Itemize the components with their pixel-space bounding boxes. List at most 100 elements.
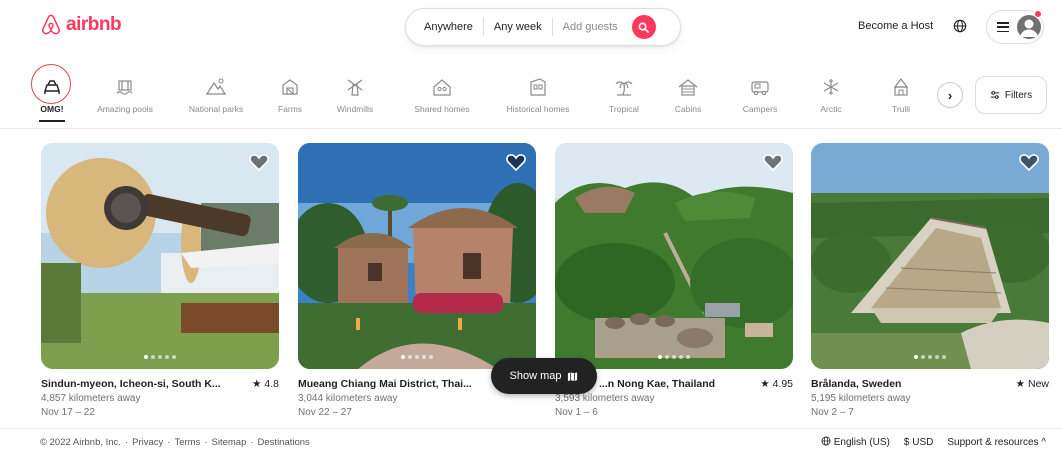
support-resources-button[interactable]: Support & resources ^ (947, 437, 1046, 448)
listing-photo[interactable] (555, 143, 793, 369)
listing-photo[interactable] (811, 143, 1049, 369)
category-label: Historical homes (506, 104, 570, 114)
category-campers[interactable]: Campers (738, 68, 782, 124)
shared-home-icon (431, 76, 453, 98)
category-label: Shared homes (414, 104, 470, 114)
category-arctic[interactable]: Arctic (814, 68, 848, 124)
footer-link-terms[interactable]: Terms (174, 437, 200, 448)
carousel-dots (144, 355, 176, 359)
category-windmills[interactable]: Windmills (330, 68, 380, 124)
currency-selector[interactable]: $ USD (904, 437, 933, 448)
show-map-button[interactable]: Show map (491, 358, 597, 394)
listing-image (811, 143, 1049, 369)
rating-value: 4.95 (772, 378, 793, 390)
listing-image (41, 143, 279, 369)
footer-link-destinations[interactable]: Destinations (258, 437, 310, 448)
search-bar[interactable]: Anywhere Any week Add guests (405, 8, 681, 46)
search-button[interactable] (631, 15, 656, 39)
star-icon: ★ (1015, 378, 1028, 390)
category-farms[interactable]: Farms (270, 68, 310, 124)
snowflake-icon (820, 76, 842, 98)
airbnb-logo[interactable]: airbnb (40, 13, 122, 37)
carousel-dots (914, 355, 946, 359)
omg-icon (41, 76, 63, 98)
listing-distance: 4,857 kilometers away (41, 393, 141, 404)
windmill-icon (344, 76, 366, 98)
category-label: Cabins (674, 104, 702, 114)
listing-location: Brålanda, Sweden (811, 378, 902, 390)
listing-rating: ★ 4.8 (252, 378, 279, 390)
listing-photo[interactable] (41, 143, 279, 369)
user-avatar-icon (1017, 15, 1041, 39)
sliders-icon (990, 91, 1000, 99)
category-label: Tropical (609, 104, 639, 114)
footer-link-privacy[interactable]: Privacy (132, 437, 163, 448)
category-label: Farms (277, 104, 303, 114)
category-label: Campers (742, 104, 778, 114)
category-national-parks[interactable]: National parks (178, 68, 254, 124)
filters-button[interactable]: Filters (975, 76, 1047, 114)
pool-icon (114, 76, 136, 98)
support-label: Support & resources (947, 436, 1039, 448)
cabin-icon (677, 76, 699, 98)
divider (0, 128, 1062, 129)
chevron-right-icon: › (947, 87, 953, 103)
listing-info: Sindun-myeon, Icheon-si, South K... ★ 4.… (41, 378, 279, 428)
carousel-dots (401, 355, 433, 359)
category-cabins[interactable]: Cabins (670, 68, 706, 124)
separator: · (167, 437, 171, 448)
separator: · (204, 437, 208, 448)
heart-icon[interactable] (249, 153, 269, 171)
notification-badge (1034, 10, 1042, 18)
footer-link-sitemap[interactable]: Sitemap (212, 437, 247, 448)
language-label: English (US) (833, 437, 890, 448)
category-next-button[interactable]: › (937, 82, 963, 108)
category-label: OMG! (40, 104, 64, 114)
heart-icon[interactable] (506, 153, 526, 171)
become-host-link[interactable]: Become a Host (858, 20, 933, 32)
listing-rating: ★ New (1016, 378, 1049, 390)
listing-dates: Nov 22 – 27 (298, 407, 352, 418)
category-amazing-pools[interactable]: Amazing pools (90, 68, 160, 124)
mountain-icon (205, 76, 227, 98)
category-label: Windmills (336, 104, 374, 114)
historical-home-icon (527, 76, 549, 98)
listing-location: Mueang Chiang Mai District, Thai... (298, 378, 472, 390)
separator: · (250, 437, 254, 448)
search-guests[interactable]: Add guests (553, 21, 628, 33)
listing-distance: 3,593 kilometers away (555, 393, 655, 404)
listing-image (298, 143, 536, 369)
search-icon (638, 22, 650, 33)
category-label: Amazing pools (97, 104, 153, 114)
listing-dates: Nov 2 – 7 (811, 407, 854, 418)
category-historical-homes[interactable]: Historical homes (496, 68, 580, 124)
category-omg[interactable]: OMG! (30, 68, 74, 124)
footer-settings: English (US) $ USD Support & resources ^ (821, 436, 1046, 448)
footer: © 2022 Airbnb, Inc. · Privacy · Terms · … (0, 428, 1062, 450)
copyright: © 2022 Airbnb, Inc. (40, 437, 121, 448)
heart-icon[interactable] (1019, 153, 1039, 171)
category-label: Arctic (820, 104, 842, 114)
listing-dates: Nov 1 – 6 (555, 407, 598, 418)
search-when[interactable]: Any week (484, 21, 552, 33)
separator: · (124, 437, 129, 448)
airbnb-logo-icon (42, 14, 60, 35)
listing-card[interactable]: Brålanda, Sweden ★ New 5,195 kilometers … (811, 143, 1049, 428)
brand-name: airbnb (66, 14, 122, 35)
trulli-icon (890, 76, 912, 98)
listing-dates: Nov 17 – 22 (41, 407, 95, 418)
listing-photo[interactable] (298, 143, 536, 369)
globe-icon[interactable] (953, 19, 967, 33)
category-label: Trulli (891, 104, 911, 114)
heart-icon[interactable] (763, 153, 783, 171)
category-shared-homes[interactable]: Shared homes (406, 68, 478, 124)
category-trulli[interactable]: Trulli (885, 68, 917, 124)
search-where[interactable]: Anywhere (406, 21, 483, 33)
filters-label: Filters (1004, 89, 1033, 101)
camper-icon (749, 76, 771, 98)
category-tropical[interactable]: Tropical (601, 68, 647, 124)
listing-info: Brålanda, Sweden ★ New 5,195 kilometers … (811, 378, 1049, 428)
listing-card[interactable]: Sindun-myeon, Icheon-si, South K... ★ 4.… (41, 143, 279, 428)
listing-distance: 5,195 kilometers away (811, 393, 911, 404)
language-selector[interactable]: English (US) (821, 436, 890, 448)
